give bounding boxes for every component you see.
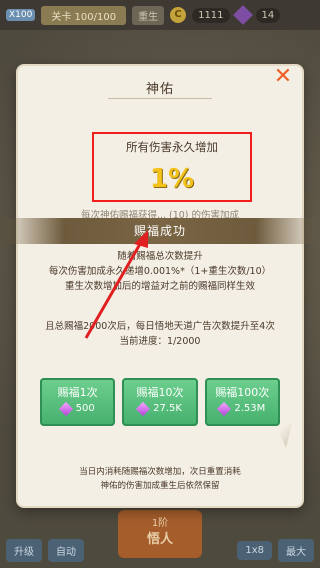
bless-10-cost: 27.5K	[122, 401, 197, 416]
center-upgrade-button[interactable]: 1阶 悟人	[118, 510, 202, 558]
gem-icon	[232, 5, 253, 25]
bless-10-label: 赐福10次	[136, 386, 184, 399]
max-button[interactable]: 最大	[278, 538, 314, 562]
bless-1-button[interactable]: 赐福1次 500	[40, 378, 116, 426]
bless-1-label: 赐福1次	[57, 386, 98, 399]
blessing-options: 赐福1次 500 赐福10次 27.5K 赐福100次 2.53M	[40, 378, 280, 426]
bless-1-cost: 500	[40, 401, 115, 416]
description-line-2: 每次伤害加成永久递增0.001%*（1+重生次数/10）	[48, 266, 272, 277]
coin-icon: C	[170, 7, 187, 23]
gem-count: 14	[255, 7, 281, 23]
top-status-bar: X100 关卡 100/100 重生 C 1111 14	[0, 0, 320, 30]
center-level: 1阶	[151, 518, 169, 529]
footnote-2: 神佑的伤害加成重生后依然保留	[100, 481, 220, 491]
center-title: 悟人	[146, 532, 173, 547]
bonus-label: 所有伤害永久增加	[126, 140, 218, 154]
info-line: 且总赐福2000次后，每日悟地天道广告次数提升至4次	[45, 321, 275, 332]
bless-1-cost-value: 500	[75, 403, 95, 414]
gem-icon	[217, 401, 232, 416]
bless-100-cost-value: 2.53M	[234, 403, 266, 414]
description-line-1: 随着赐福总次数提升	[117, 251, 203, 262]
bless-10-cost-value: 27.5K	[153, 403, 182, 414]
bonus-highlight-box: 所有伤害永久增加 1%	[92, 132, 252, 202]
auto-button[interactable]: 自动	[48, 538, 84, 562]
level-badge: X100	[6, 9, 36, 21]
stage-indicator: 关卡 100/100	[41, 5, 127, 25]
progress-text: 当前进度：1/2000	[119, 336, 201, 347]
bless-100-button[interactable]: 赐福100次 2.53M	[204, 378, 280, 426]
close-icon[interactable]: ✕	[272, 66, 294, 88]
success-banner: 赐福成功	[0, 218, 320, 244]
bonus-value: 1%	[149, 164, 195, 194]
title-divider	[108, 98, 212, 99]
footnote-1: 当日内消耗随赐福次数增加，次日重置消耗	[79, 467, 241, 477]
rebirth-button[interactable]: 重生	[132, 5, 165, 25]
upgrade-button[interactable]: 升级	[6, 538, 42, 562]
coin-count: 1111	[192, 7, 230, 23]
modal-title: 神佑	[145, 82, 174, 97]
bless-100-label: 赐福100次	[215, 386, 270, 399]
description-line-3: 重生次数增加后的增益对之前的赐福同样生效	[64, 281, 255, 292]
speed-button[interactable]: 1x8	[237, 540, 272, 560]
bless-10-button[interactable]: 赐福10次 27.5K	[122, 378, 198, 426]
gem-icon	[136, 401, 151, 416]
gem-icon	[58, 401, 73, 416]
bless-100-cost: 2.53M	[205, 401, 280, 416]
